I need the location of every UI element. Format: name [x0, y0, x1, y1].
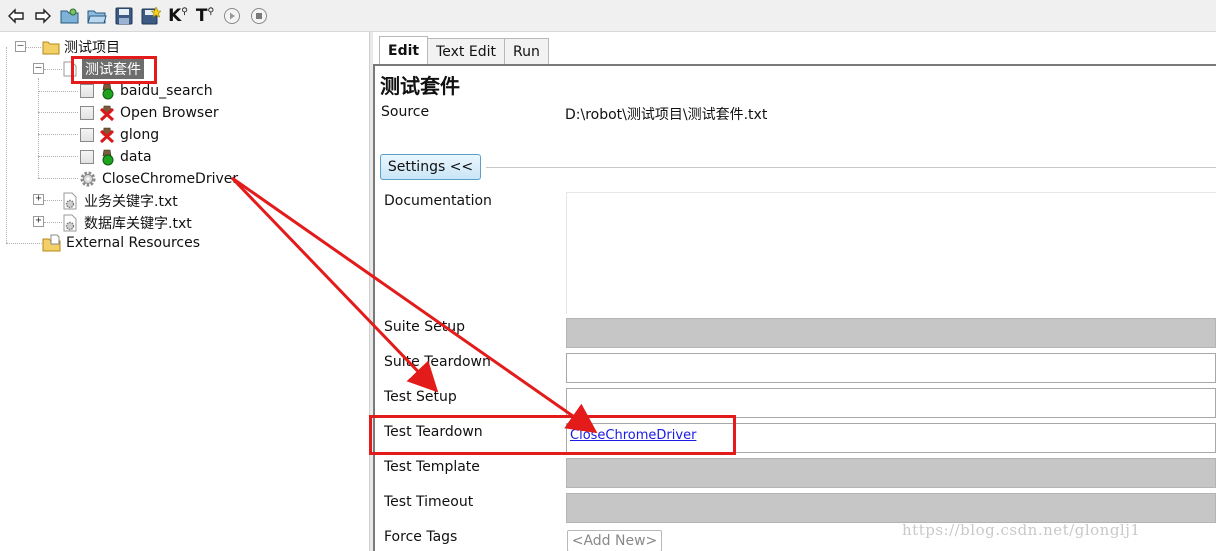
test-label: Open Browser [120, 105, 219, 121]
resource-label: 数据库关键字.txt [84, 216, 192, 232]
project-tree: – – + + 测试项目 测试套件 baidu_search Open Brow… [0, 32, 369, 551]
magnifier-glyph: ⚲ [207, 6, 215, 17]
tree-connector [44, 200, 62, 201]
test-timeout-label: Test Timeout [384, 494, 474, 510]
suite-teardown-label: Suite Teardown [384, 354, 491, 370]
tab-edit[interactable]: Edit [379, 36, 429, 64]
open-project-icon[interactable] [58, 4, 82, 28]
add-new-tag-button[interactable]: <Add New> [567, 530, 662, 551]
suite-highlight-box [71, 56, 157, 84]
suite-teardown-field[interactable] [566, 353, 1216, 383]
tab-run[interactable]: Run [503, 38, 549, 64]
back-icon[interactable] [4, 4, 28, 28]
save-icon[interactable] [112, 4, 136, 28]
toolbar: K ⚲ T ⚲ [0, 0, 1216, 32]
gear-icon [78, 169, 98, 189]
tree-node-keyword[interactable]: CloseChromeDriver [78, 169, 238, 189]
tree-node-project[interactable]: 测试项目 [42, 37, 120, 57]
robot-pass-icon [98, 82, 116, 100]
settings-divider [486, 167, 1216, 168]
test-template-label: Test Template [384, 459, 480, 475]
suite-setup-label: Suite Setup [384, 319, 465, 335]
resource-label: 业务关键字.txt [84, 194, 178, 210]
test-timeout-field[interactable] [566, 493, 1216, 523]
suite-title: 测试套件 [380, 74, 460, 98]
test-setup-label: Test Setup [384, 389, 457, 405]
editor-tabs: Edit Text Edit Run [379, 36, 549, 64]
k-label: K [168, 5, 182, 26]
tree-connector [6, 47, 7, 243]
open-directory-icon[interactable] [85, 4, 109, 28]
tab-text-edit[interactable]: Text Edit [427, 38, 505, 64]
tree-connector [38, 78, 39, 178]
tree-connector [38, 178, 78, 179]
search-tests-icon[interactable]: T ⚲ [193, 4, 217, 28]
tree-node-resource[interactable]: 业务关键字.txt [62, 191, 178, 211]
stop-icon[interactable] [247, 4, 271, 28]
forward-icon[interactable] [31, 4, 55, 28]
magnifier-glyph: ⚲ [181, 6, 188, 17]
tree-connector [44, 69, 62, 70]
test-label: glong [120, 127, 160, 143]
suite-setup-field[interactable] [566, 318, 1216, 348]
documentation-field[interactable] [566, 192, 1216, 314]
tree-connector [38, 134, 78, 135]
tree-connector [38, 91, 78, 92]
settings-toggle-button[interactable]: Settings << [380, 154, 481, 180]
teardown-highlight-box [369, 415, 736, 455]
tree-connector [25, 47, 41, 48]
tree-node-external-resources[interactable]: External Resources [42, 233, 200, 253]
collapse-suite-toggle[interactable]: – [33, 63, 44, 74]
folder-icon [42, 40, 60, 55]
expand-resource-toggle[interactable]: + [33, 216, 44, 227]
test-checkbox[interactable] [80, 128, 94, 142]
test-label: data [120, 149, 152, 165]
robot-pass-icon [98, 148, 116, 166]
save-all-icon[interactable] [139, 4, 163, 28]
test-checkbox[interactable] [80, 150, 94, 164]
external-resources-label: External Resources [66, 235, 201, 251]
run-icon[interactable] [220, 4, 244, 28]
tree-node-test[interactable]: glong [80, 125, 159, 145]
test-setup-field[interactable] [566, 388, 1216, 418]
tree-connector [44, 222, 62, 223]
resource-file-icon [62, 192, 80, 210]
resource-file-icon [62, 214, 80, 232]
test-checkbox[interactable] [80, 106, 94, 120]
tree-label: 测试项目 [64, 40, 120, 56]
tree-connector [38, 156, 78, 157]
editor-panel: Edit Text Edit Run 测试套件 Source D:\robot\… [369, 32, 1216, 551]
documentation-label: Documentation [384, 193, 492, 209]
tree-node-resource[interactable]: 数据库关键字.txt [62, 213, 192, 233]
test-label: baidu_search [120, 83, 213, 99]
source-label: Source [381, 104, 430, 120]
source-path: D:\robot\测试项目\测试套件.txt [565, 107, 768, 123]
test-template-field[interactable] [566, 458, 1216, 488]
external-resources-icon [42, 234, 62, 252]
force-tags-label: Force Tags [384, 529, 458, 545]
test-checkbox[interactable] [80, 84, 94, 98]
tree-node-test[interactable]: data [80, 147, 152, 167]
expand-resource-toggle[interactable]: + [33, 194, 44, 205]
tree-node-test[interactable]: Open Browser [80, 103, 219, 123]
t-label: T [195, 5, 208, 26]
tree-connector [6, 243, 42, 244]
search-keywords-icon[interactable]: K ⚲ [166, 4, 190, 28]
tree-node-test[interactable]: baidu_search [80, 81, 213, 101]
collapse-root-toggle[interactable]: – [15, 41, 26, 52]
robot-fail-icon [98, 104, 116, 122]
watermark-text: https://blog.csdn.net/glonglj1 [902, 521, 1141, 539]
robot-fail-icon [98, 126, 116, 144]
keyword-label: CloseChromeDriver [102, 171, 239, 187]
tree-connector [38, 112, 78, 113]
